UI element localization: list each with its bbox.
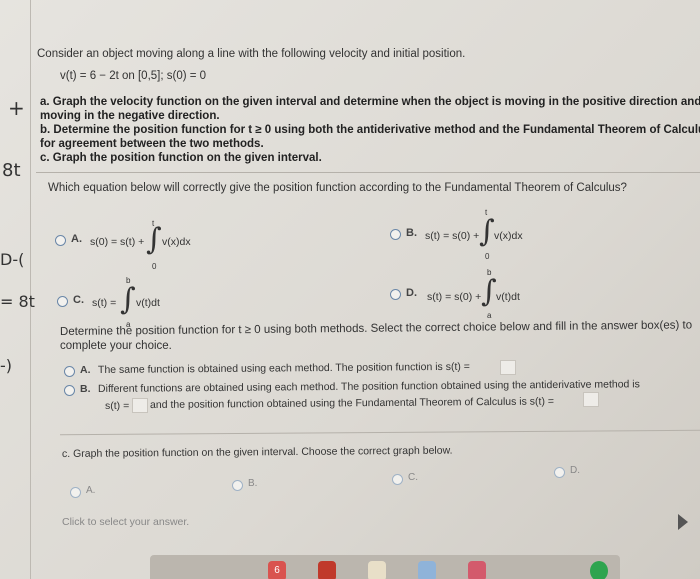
photos-icon[interactable] [418,561,436,579]
option-a-lhs: s(0) = s(t) + [90,236,145,248]
problem-given: v(t) = 6 − 2t on [0,5]; s(0) = 0 [60,70,207,82]
part-b: b. Determine the position function for t… [40,124,700,136]
question1-prompt: Which equation below will correctly give… [48,182,627,194]
q2-option-b-answer-box-1[interactable] [132,398,148,413]
radio-graph-c[interactable] [392,474,403,485]
option-d-integrand: v(t)dt [496,291,520,303]
graph-b-label: B. [248,478,258,489]
option-d-letter: D. [406,287,417,299]
part-a-cont: moving in the negative direction. [40,110,220,122]
option-b-lhs: s(t) = s(0) + [425,230,480,242]
radio-q2-option-b[interactable] [64,385,75,396]
question2-prompt: Determine the position function for t ≥ … [59,319,693,338]
option-c-lhs: s(t) = [92,297,117,309]
next-arrow-icon[interactable] [678,514,688,530]
red-app-icon[interactable] [318,561,336,579]
q2-option-a-answer-box[interactable] [500,360,516,375]
divider-1 [36,172,700,173]
option-a-letter: A. [71,233,82,245]
dock: 6 [150,555,620,579]
problem-intro: Consider an object moving along a line w… [37,48,466,60]
q2-option-b-line1: Different functions are obtained using e… [97,378,640,395]
option-d-lower: a [487,311,492,320]
radio-graph-b[interactable] [232,480,243,491]
option-a-lower: 0 [152,262,157,271]
margin-note-paren: -) [0,356,13,375]
spotify-icon[interactable] [590,561,608,579]
calendar-badge: 6 [274,565,280,576]
margin-note-dash: D-( [0,250,25,269]
option-c-letter: C. [73,294,84,306]
option-b-integral-icon: ∫ [479,214,495,249]
option-d-integral-icon: ∫ [481,274,497,309]
q2-option-b-letter: B. [80,383,91,395]
option-b-letter: B. [406,227,417,239]
divider-2 [60,429,700,436]
graph-a-label: A. [86,485,96,496]
margin-note-st: 8t [2,160,21,181]
option-c-integral-icon: ∫ [120,282,136,317]
margin-note-plus: + [8,96,25,120]
radio-option-b[interactable] [390,229,401,240]
option-c-integrand: v(t)dt [136,297,160,309]
q2-option-a-text: The same function is obtained using each… [97,360,470,376]
part-a: a. Graph the velocity function on the gi… [40,96,700,108]
q2-option-b-answer-box-2[interactable] [583,392,599,407]
radio-q2-option-a[interactable] [64,366,75,377]
part-c: c. Graph the position function on the gi… [40,152,322,164]
paper-edge [30,0,31,579]
q2-option-b-line2a: s(t) = [105,400,130,412]
footer-hint: Click to select your answer. [62,516,190,528]
radio-option-a[interactable] [55,235,66,246]
question2-prompt-cont: complete your choice. [60,340,172,352]
q2-option-a-letter: A. [80,364,91,376]
question3-prompt: c. Graph the position function on the gi… [61,444,453,460]
screen: + 8t D-( = 8t -) Consider an object movi… [0,0,700,579]
radio-graph-a[interactable] [70,487,81,498]
option-b-lower: 0 [485,252,490,261]
q2-option-b-line2b: and the position function obtained using… [149,395,555,411]
calendar-icon[interactable]: 6 [268,561,286,579]
graph-d-label: D. [570,465,580,476]
radio-graph-d[interactable] [554,467,565,478]
music-icon[interactable] [468,561,486,579]
option-a-integral-icon: ∫ [146,222,162,257]
margin-note-st-2: = 8t [0,292,35,311]
option-a-integrand: v(x)dx [162,236,191,248]
graph-c-label: C. [408,472,418,483]
part-b-cont: for agreement between the two methods. [40,138,264,150]
option-b-integrand: v(x)dx [494,230,523,242]
notes-icon[interactable] [368,561,386,579]
radio-option-d[interactable] [390,289,401,300]
option-d-lhs: s(t) = s(0) + [427,291,482,303]
radio-option-c[interactable] [57,296,68,307]
